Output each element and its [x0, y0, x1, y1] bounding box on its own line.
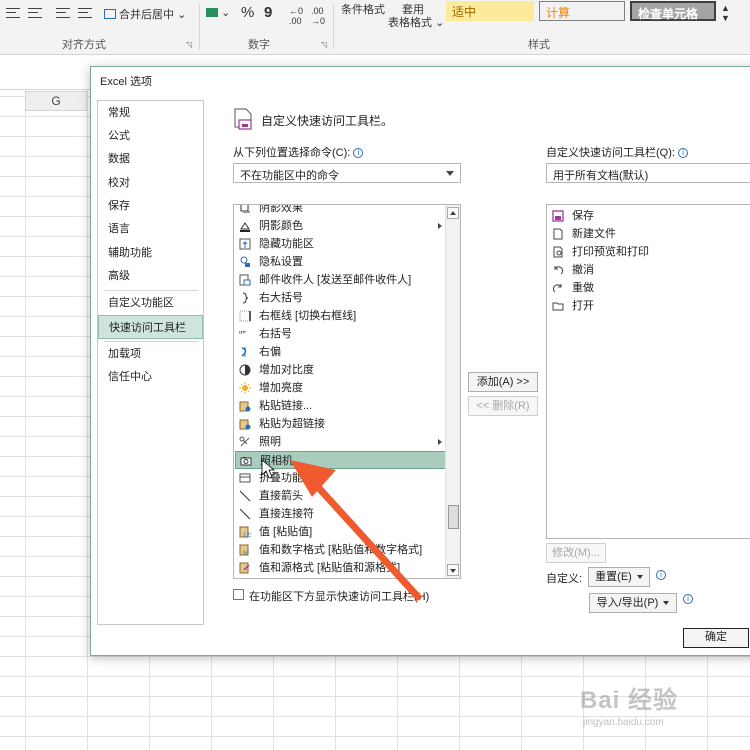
watermark-logo: Bai 经验 — [580, 687, 679, 714]
mouse-cursor-icon — [261, 459, 276, 479]
annotation-arrow-layer — [261, 459, 422, 601]
annotation-arrow-shaft — [313, 482, 422, 601]
annotation-arrow-head — [290, 460, 336, 497]
watermark-url: jingyan.baidu.com — [583, 717, 664, 728]
